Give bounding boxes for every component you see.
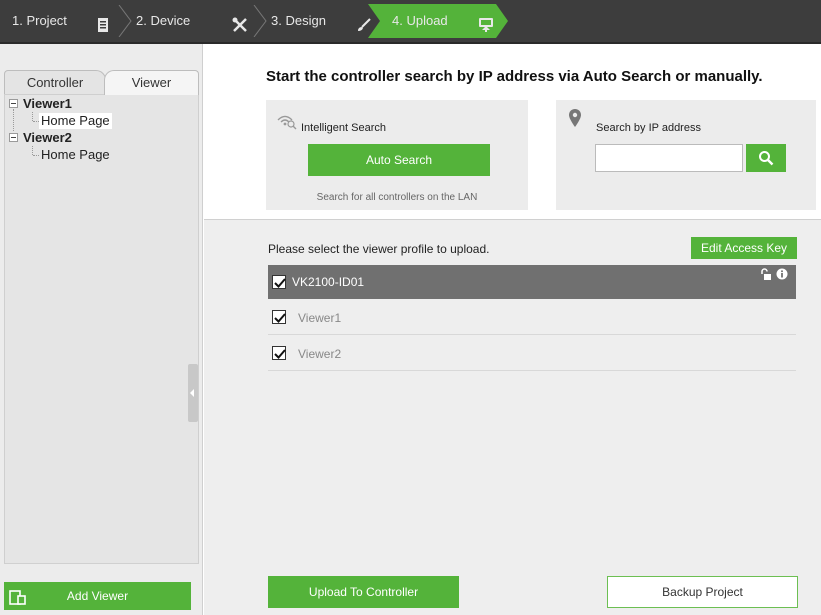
auto-search-note: Search for all controllers on the LAN <box>316 192 478 203</box>
step-upload[interactable]: 4. Upload <box>380 5 506 37</box>
intelligent-search-card: Intelligent Search Auto Search Search fo… <box>266 100 528 210</box>
step-design-label: 3. Design <box>271 13 326 28</box>
collapse-toggle-icon[interactable] <box>9 133 18 142</box>
profile-prompt: Please select the viewer profile to uplo… <box>268 242 490 256</box>
step-device[interactable]: 2. Device <box>132 5 252 37</box>
document-icon <box>95 13 111 32</box>
device-name: VK2100-ID01 <box>292 275 365 289</box>
viewer2-name: Viewer2 <box>298 347 342 361</box>
tree-node-viewer2[interactable]: Viewer2 <box>23 130 72 146</box>
tree-node-viewer1-home-page[interactable]: Home Page <box>39 113 112 129</box>
step-bar: 1. Project 2. Device 3. Design 4. Upload <box>0 0 821 44</box>
main-content: Start the controller search by IP addres… <box>204 44 821 615</box>
tree-node-viewer1[interactable]: Viewer1 <box>23 96 72 112</box>
tree-connector <box>33 155 39 156</box>
panel-collapse-handle[interactable] <box>188 364 198 422</box>
left-panel: Controller Viewer Viewer1 Home Page View… <box>0 44 203 615</box>
unlock-icon[interactable] <box>760 268 772 280</box>
ip-search-card: Search by IP address <box>556 100 816 210</box>
tools-icon <box>232 13 248 32</box>
step-upload-label: 4. Upload <box>392 13 448 28</box>
step-design[interactable]: 3. Design <box>268 5 378 37</box>
step-separator-icon <box>253 5 267 37</box>
page-title: Start the controller search by IP addres… <box>266 68 763 85</box>
add-viewer-label: Add Viewer <box>66 589 129 603</box>
location-pin-icon <box>569 109 581 127</box>
viewer-tree: Viewer1 Home Page Viewer2 Home Page <box>4 94 199 564</box>
viewer2-checkbox[interactable] <box>272 346 286 360</box>
add-viewer-icon <box>9 588 27 605</box>
intelligent-search-title: Intelligent Search <box>301 122 386 134</box>
viewer-profile-row: Viewer2 <box>268 335 796 371</box>
viewer1-checkbox[interactable] <box>272 310 286 324</box>
sidebar-tabs: Controller Viewer <box>4 70 199 95</box>
ip-search-button[interactable] <box>746 144 786 172</box>
auto-search-button[interactable]: Auto Search <box>308 144 490 176</box>
tab-viewer[interactable]: Viewer <box>104 70 199 95</box>
upload-icon <box>478 13 494 32</box>
profile-section: Please select the viewer profile to uplo… <box>204 219 821 615</box>
tab-controller[interactable]: Controller <box>4 70 106 95</box>
upload-to-controller-button[interactable]: Upload To Controller <box>268 576 459 608</box>
device-checkbox[interactable] <box>272 275 286 289</box>
edit-access-key-button[interactable]: Edit Access Key <box>691 237 797 259</box>
viewer-profile-row: Viewer1 <box>268 299 796 335</box>
tree-connector <box>32 146 33 155</box>
tree-node-viewer2-home-page[interactable]: Home Page <box>41 147 110 163</box>
tree-connector <box>13 109 14 131</box>
tree-connector <box>32 112 33 121</box>
ip-search-title: Search by IP address <box>596 122 701 134</box>
step-device-label: 2. Device <box>136 13 191 28</box>
step-project-label: 1. Project <box>12 13 67 28</box>
search-icon <box>758 150 774 166</box>
viewer1-name: Viewer1 <box>298 311 342 325</box>
divider <box>6 563 194 564</box>
step-separator-icon <box>118 5 132 37</box>
collapse-toggle-icon[interactable] <box>9 99 18 108</box>
step-project[interactable]: 1. Project <box>0 5 120 37</box>
add-viewer-button[interactable]: Add Viewer <box>4 582 191 610</box>
device-profile-row: VK2100-ID01 <box>268 265 796 299</box>
ip-address-input[interactable] <box>595 144 743 172</box>
wifi-search-icon <box>276 112 298 130</box>
backup-project-button[interactable]: Backup Project <box>607 576 798 608</box>
info-icon[interactable] <box>776 268 788 280</box>
